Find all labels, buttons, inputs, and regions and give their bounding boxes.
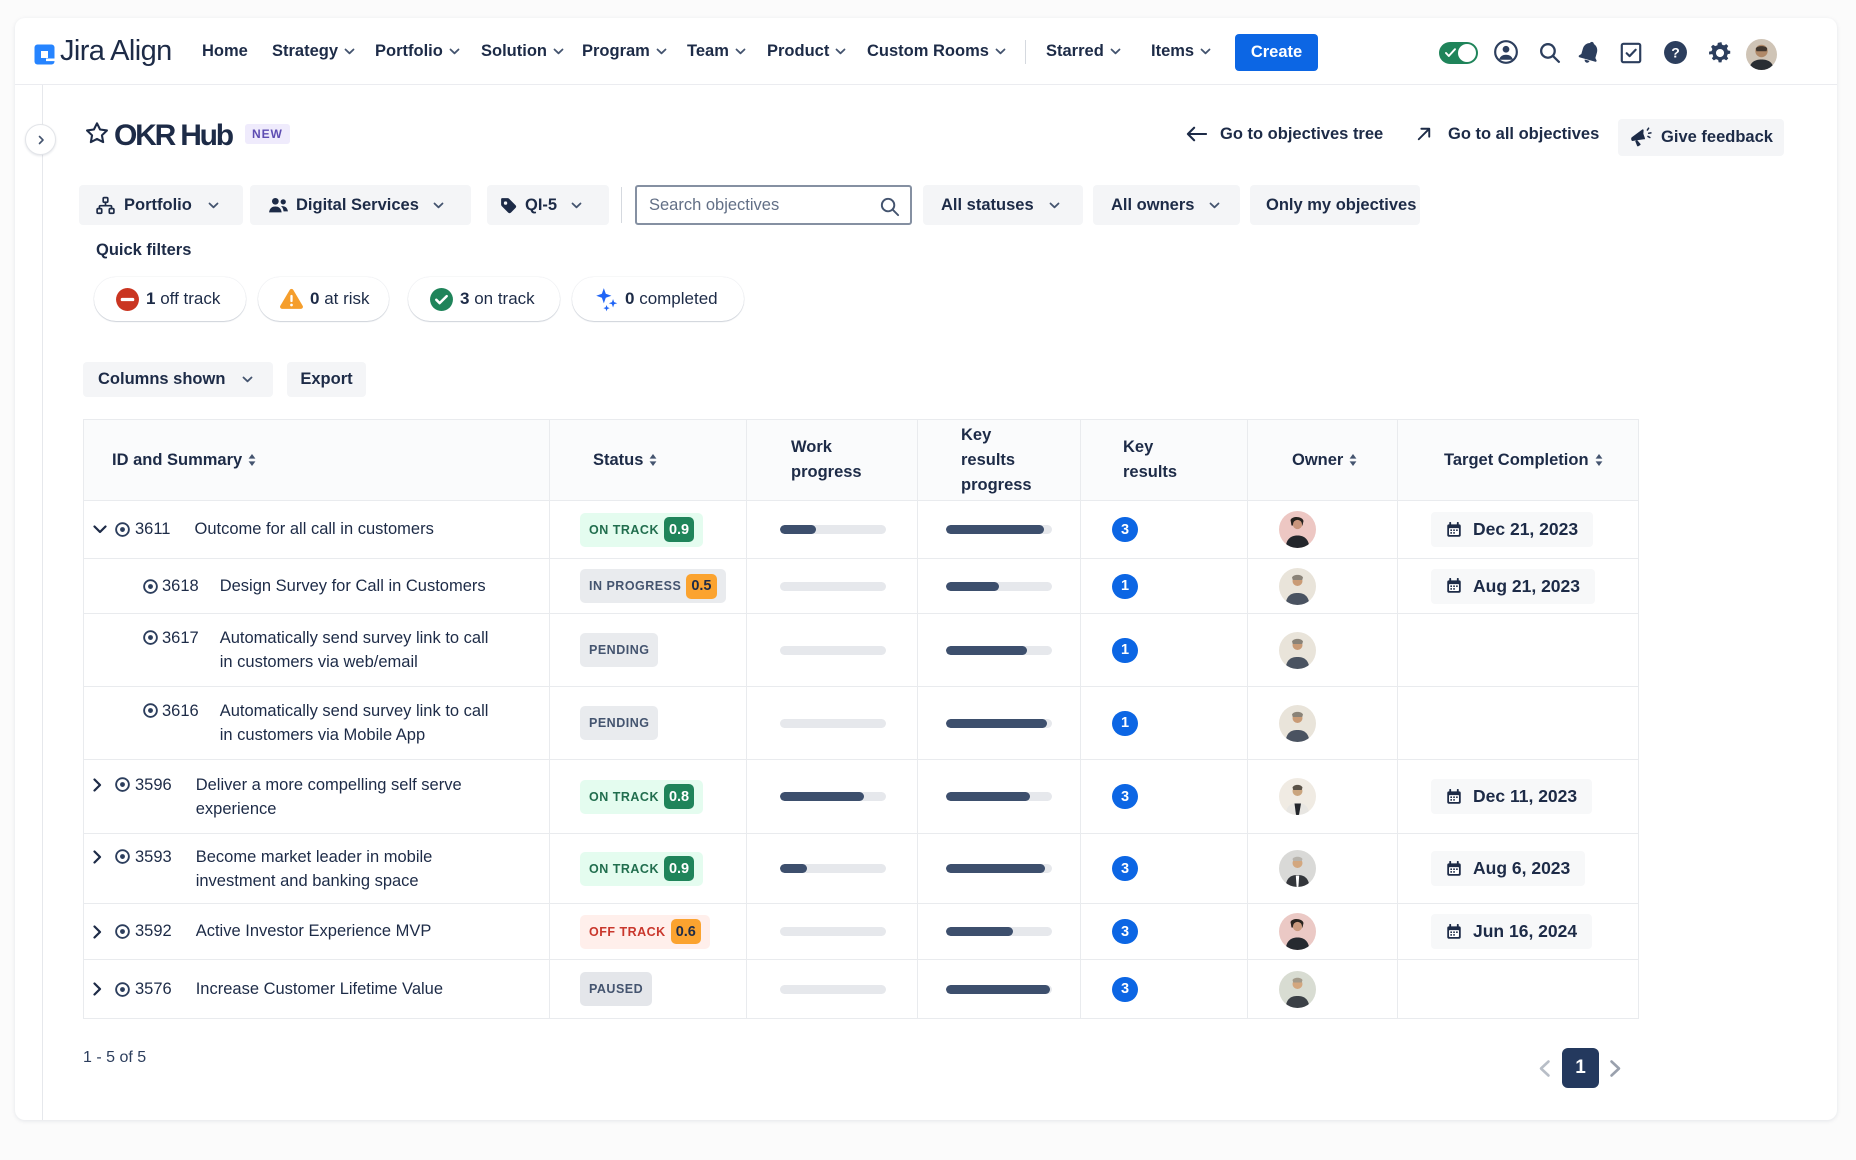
svg-text:?: ? xyxy=(1671,45,1680,61)
